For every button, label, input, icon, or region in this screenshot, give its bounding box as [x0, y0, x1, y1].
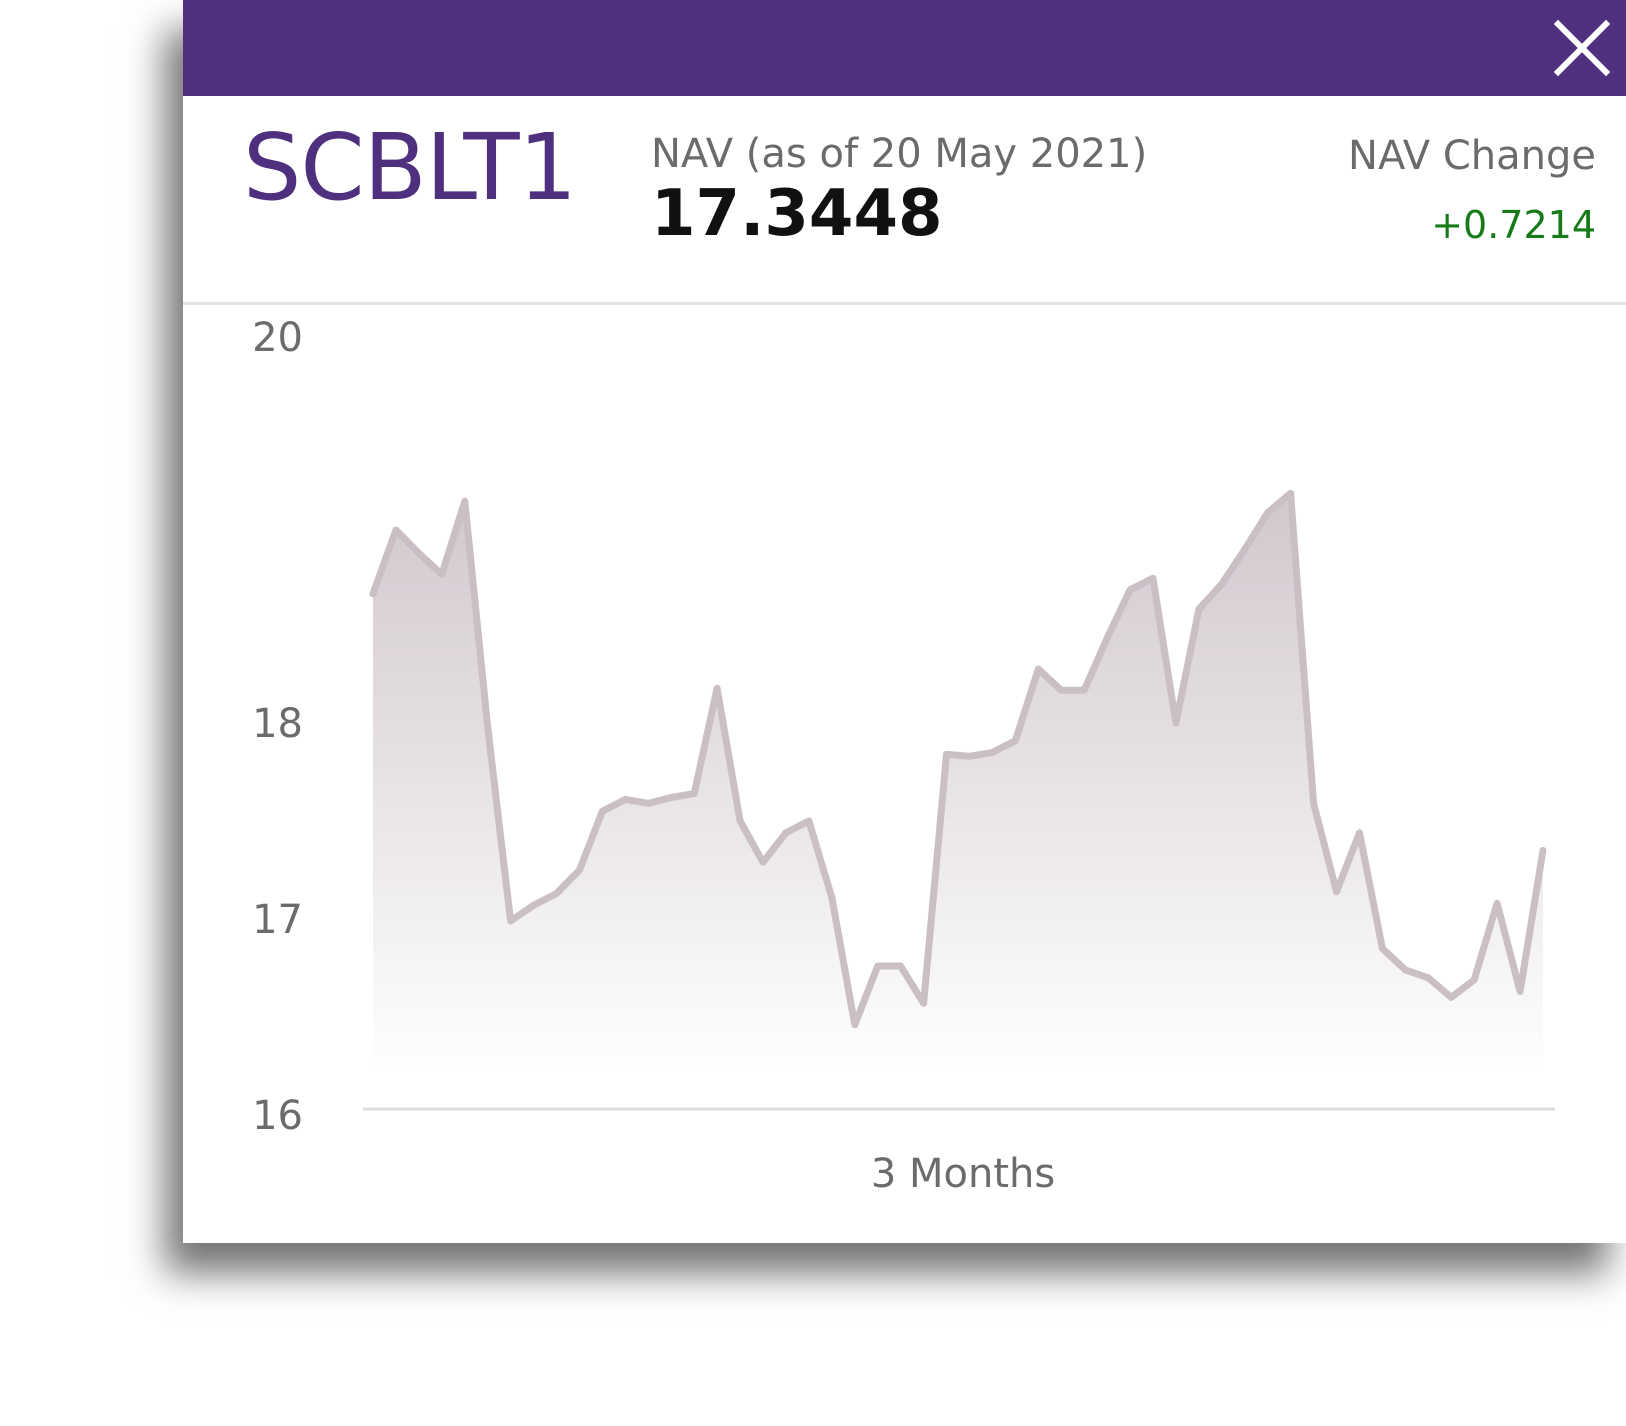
modal-header-bar: [183, 0, 1626, 96]
fund-detail-modal: SCBLT1 NAV (as of 20 May 2021) 17.3448 N…: [183, 0, 1626, 1243]
y-tick-label: 20: [252, 315, 303, 361]
close-icon: [1553, 19, 1611, 77]
nav-history-chart: 20 18 17 16: [252, 315, 1555, 1139]
close-button[interactable]: [1550, 16, 1614, 80]
nav-value: 17.3448: [651, 177, 943, 251]
nav-label: NAV (as of 20 May 2021): [651, 131, 1148, 177]
x-axis-label: 3 Months: [870, 1151, 1056, 1197]
nav-change-label: NAV Change: [1348, 133, 1596, 179]
y-tick-label: 16: [252, 1093, 303, 1139]
fund-ticker: SCBLT1: [243, 114, 577, 221]
y-tick-label: 18: [252, 701, 303, 747]
y-tick-label: 17: [252, 897, 303, 943]
nav-change-value: +0.7214: [1431, 203, 1596, 247]
series-area-fill: [373, 493, 1543, 1075]
